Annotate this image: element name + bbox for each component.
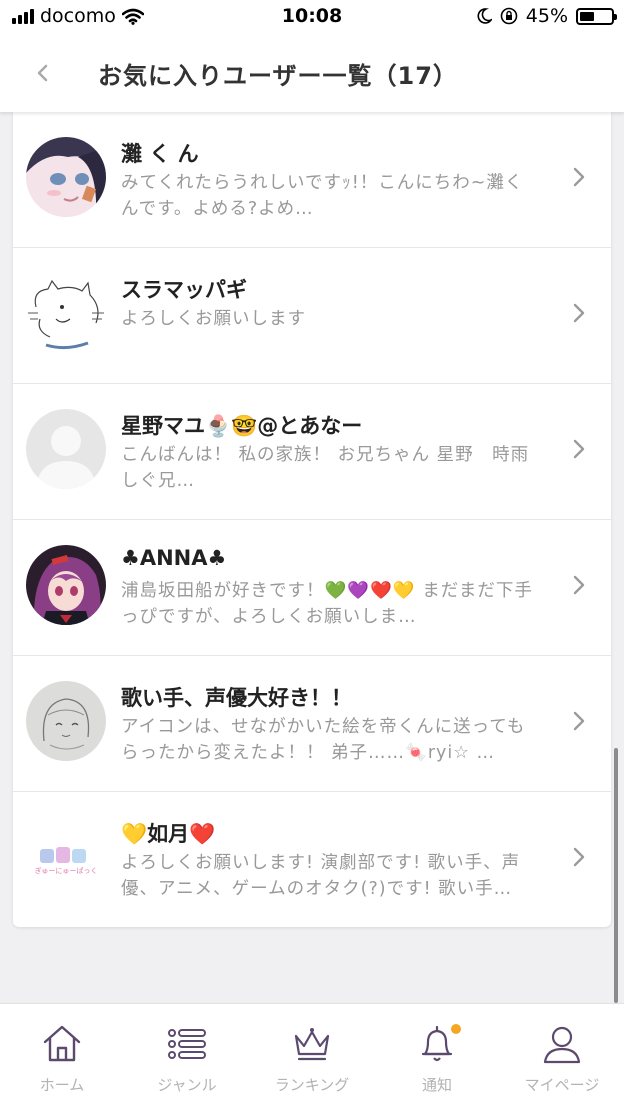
battery-percent: 45% xyxy=(525,5,568,27)
person-icon xyxy=(543,1026,581,1064)
user-name: スラマッパギ xyxy=(121,278,247,302)
favorite-user-list: 灘 く ん みてくれたらうれしいですｯ!！こんにちわ~灘くんです。よめる?よめ…… xyxy=(13,112,611,927)
user-row[interactable]: ♣ANNA♣ 浦島坂田船が好きです！💚💜❤️💛 まだまだ下手っぴですが、よろしく… xyxy=(13,520,611,656)
user-bio: よろしくお願いします! 演劇部です! 歌い手、声優、アニメ、ゲームのオタク(?)… xyxy=(121,853,521,899)
user-row[interactable]: 星野マユ🍨🤓@とあなー こんばんは！ 私の家族！ お兄ちゃん 星野 時雨 しぐ兄… xyxy=(13,384,611,520)
nav-bar: お気に入りユーザー一覧（17） xyxy=(0,34,624,112)
status-bar: docomo 10:08 45% xyxy=(0,0,624,34)
user-bio: アイコンは、せながかいた絵を帝くんに送ってもらったから変えたよ！！ 弟子……🍬r… xyxy=(121,717,526,763)
user-name: 灘 く ん xyxy=(121,142,199,166)
tab-label: ランキング xyxy=(274,1076,350,1094)
chevron-right-icon xyxy=(573,575,585,595)
tab-ranking[interactable]: ランキング xyxy=(250,1004,374,1108)
page-title: お気に入りユーザー一覧（17） xyxy=(98,62,458,90)
tab-label: ジャンル xyxy=(157,1076,217,1094)
user-name: 歌い手、声優大好き！！ xyxy=(121,686,352,710)
notification-badge xyxy=(451,1024,461,1034)
avatar-default-person xyxy=(26,409,106,489)
avatar-anime-girl-blue-hair xyxy=(26,137,106,217)
rotation-lock-icon xyxy=(500,7,518,25)
user-bio: 浦島坂田船が好きです！💚💜❤️💛 まだまだ下手っぴですが、よろしくお願いしま… xyxy=(121,581,533,627)
chevron-right-icon xyxy=(573,847,585,867)
crown-icon xyxy=(294,1028,330,1061)
user-row[interactable]: スラマッパギ よろしくお願いします xyxy=(13,248,611,384)
chevron-right-icon xyxy=(573,711,585,731)
avatar-pencil-drawing xyxy=(26,681,106,761)
user-bio: よろしくお願いします xyxy=(121,309,306,329)
user-row[interactable]: 歌い手、声優大好き！！ アイコンは、せながかいた絵を帝くんに送ってもらったから変… xyxy=(13,656,611,792)
avatar-logo-text: ぎゅーにゅーぱっく xyxy=(35,866,98,875)
chevron-right-icon xyxy=(573,167,585,187)
chevron-right-icon xyxy=(573,303,585,323)
user-row[interactable]: ぎゅーにゅーぱっく 💛如月❤️ よろしくお願いします! 演劇部です! 歌い手、声… xyxy=(13,792,611,927)
tab-label: 通知 xyxy=(421,1076,452,1094)
moon-icon xyxy=(477,8,492,24)
list-icon xyxy=(168,1029,206,1059)
user-bio: こんばんは！ 私の家族！ お兄ちゃん 星野 時雨 しぐ兄… xyxy=(121,445,541,491)
avatar-pastel-logo: ぎゅーにゅーぱっく xyxy=(26,817,106,897)
scrollbar[interactable] xyxy=(614,748,618,1003)
tab-home[interactable]: ホーム xyxy=(0,1004,124,1108)
back-chevron-icon[interactable] xyxy=(30,56,54,90)
user-bio: みてくれたらうれしいですｯ!！こんにちわ~灘くんです。よめる?よめ… xyxy=(121,173,524,219)
avatar-anime-girl-purple-hair xyxy=(26,545,106,625)
user-name: 💛如月❤️ xyxy=(121,822,216,846)
tab-genre[interactable]: ジャンル xyxy=(125,1004,249,1108)
user-name: ♣ANNA♣ xyxy=(121,546,227,570)
tab-label: ホーム xyxy=(39,1076,85,1094)
user-name: 星野マユ🍨🤓@とあなー xyxy=(121,414,363,438)
tab-label: マイページ xyxy=(524,1076,600,1094)
tab-bar: ホーム ジャンル ランキング 通知 マイページ xyxy=(0,1003,624,1108)
tab-notifications[interactable]: 通知 xyxy=(375,1004,499,1108)
home-icon xyxy=(43,1025,81,1062)
chevron-right-icon xyxy=(573,439,585,459)
tab-mypage[interactable]: マイページ xyxy=(500,1004,624,1108)
avatar-cat-sketch xyxy=(26,273,106,353)
battery-icon xyxy=(576,7,617,25)
user-row[interactable]: 灘 く ん みてくれたらうれしいですｯ!！こんにちわ~灘くんです。よめる?よめ… xyxy=(13,112,611,248)
